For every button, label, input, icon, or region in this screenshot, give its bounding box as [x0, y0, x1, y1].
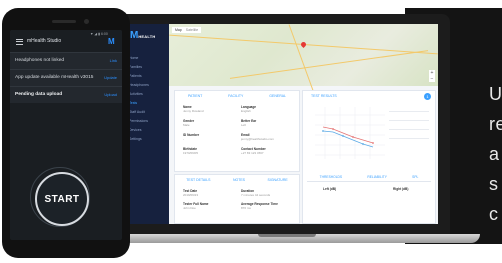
- upload-action[interactable]: Upload: [104, 92, 117, 97]
- left-table-label: Left (dB): [323, 187, 337, 191]
- laptop-notch: [258, 234, 316, 237]
- nav-item-families[interactable]: Families: [129, 65, 142, 69]
- panel-text-1: U: [489, 84, 502, 104]
- link-action[interactable]: Link: [110, 58, 117, 63]
- field-value: 1970/09/05: [183, 151, 199, 155]
- field-value: 876 ms: [241, 206, 251, 210]
- results-title: TEST RESULTS: [311, 94, 337, 98]
- map-type-tabs[interactable]: Map Satellite: [172, 27, 202, 33]
- patient-card: PATIENT FACILITY GENERAL Name Jenny Rowl…: [174, 90, 300, 172]
- audiogram-chart: [315, 107, 385, 159]
- field-value: 2019/09/23: [183, 193, 199, 197]
- nav-item-tests[interactable]: Tests: [129, 101, 137, 105]
- field-value: Male: [183, 123, 190, 127]
- right-table-label: Right (dB): [393, 187, 409, 191]
- field-value: jenny@healthstudio.com: [241, 137, 274, 141]
- map-tab[interactable]: Map: [175, 28, 182, 32]
- panel-text-5: c: [489, 204, 499, 224]
- tab-notes[interactable]: NOTES: [233, 178, 245, 182]
- tab-general[interactable]: GENERAL: [269, 94, 286, 98]
- panel-text-2: re: [489, 114, 502, 134]
- phone-screen: ▼ ◢ ▮ 6:00 mHealth Studio M Headphones n…: [10, 30, 122, 240]
- notification-text: Pending data upload: [15, 92, 63, 97]
- nav-item-settings[interactable]: Settings: [129, 137, 142, 141]
- test-results-card: TEST RESULTS 1 THRESHOLDS RELIABILITY SP…: [302, 90, 436, 224]
- phone-camera: [84, 19, 89, 24]
- satellite-tab[interactable]: Satellite: [186, 28, 198, 32]
- field-value: John Doe: [183, 206, 196, 210]
- nav-item-activities[interactable]: Activities: [129, 92, 143, 96]
- update-action[interactable]: Update: [104, 75, 117, 80]
- location-pin-icon[interactable]: [299, 40, 308, 49]
- notification-text: Headphones not linked: [15, 58, 65, 63]
- results-badge[interactable]: 1: [424, 93, 431, 100]
- map-view[interactable]: Map Satellite + −: [169, 24, 438, 110]
- left-ear-line: [322, 130, 374, 148]
- tab-test-details[interactable]: TEST DETAILS: [186, 178, 210, 182]
- nav-item-headphones[interactable]: Headphones: [129, 83, 149, 87]
- phone-device: ▼ ◢ ▮ 6:00 mHealth Studio M Headphones n…: [2, 8, 130, 258]
- panel-text-4: s: [489, 174, 499, 194]
- notification-row[interactable]: App update available mHealth v3015 Updat…: [10, 69, 122, 86]
- tab-signature[interactable]: SIGNATURE: [268, 178, 288, 182]
- phone-speaker: [52, 20, 76, 23]
- nav-item-permissions[interactable]: Permissions: [129, 119, 148, 123]
- tab-patient[interactable]: PATIENT: [188, 94, 202, 98]
- nav-item-home[interactable]: Home: [129, 56, 138, 60]
- field-value: English: [241, 109, 251, 113]
- field-value: -: [183, 137, 184, 141]
- notification-text: App update available mHealth v3015: [15, 75, 94, 80]
- notification-row[interactable]: Headphones not linked Link: [10, 52, 122, 69]
- field-value: Left: [241, 123, 247, 127]
- laptop-screen: MHEALTH Home Families Patients Headphone…: [124, 24, 438, 224]
- app-title: mHealth Studio: [27, 38, 62, 44]
- status-bar: ▼ ◢ ▮ 6:00: [90, 32, 108, 36]
- app-logo: M: [108, 37, 115, 46]
- map-road: [229, 50, 429, 79]
- panel-text-3: a: [489, 144, 500, 164]
- legend: [389, 111, 429, 147]
- notification-row[interactable]: Pending data upload Upload: [10, 86, 122, 103]
- app-header: ▼ ◢ ▮ 6:00 mHealth Studio M: [10, 30, 122, 50]
- test-details-card: TEST DETAILS NOTES SIGNATURE Test Date 2…: [174, 174, 300, 224]
- menu-icon[interactable]: [16, 39, 23, 46]
- nav-item-devices[interactable]: Devices: [129, 128, 141, 132]
- map-zoom-control[interactable]: + −: [429, 70, 435, 82]
- tab-facility[interactable]: FACILITY: [228, 94, 243, 98]
- tab-reliability[interactable]: RELIABILITY: [367, 175, 387, 179]
- field-value: +27 83 123 4567: [241, 151, 264, 155]
- web-sidebar: MHEALTH Home Families Patients Headphone…: [124, 24, 169, 224]
- tab-thresholds[interactable]: THRESHOLDS: [320, 175, 343, 179]
- field-value: 7 minutes 44 seconds: [241, 193, 271, 197]
- nav-item-patients[interactable]: Patients: [129, 74, 142, 78]
- start-button[interactable]: START: [35, 172, 89, 226]
- tab-spl[interactable]: SPL: [412, 175, 418, 179]
- field-value: Jenny Rowland: [183, 109, 204, 113]
- nav-item-staff-audit[interactable]: Staff Audit: [129, 110, 145, 114]
- web-logo: MHEALTH: [130, 30, 156, 41]
- zoom-out-button[interactable]: −: [429, 76, 435, 82]
